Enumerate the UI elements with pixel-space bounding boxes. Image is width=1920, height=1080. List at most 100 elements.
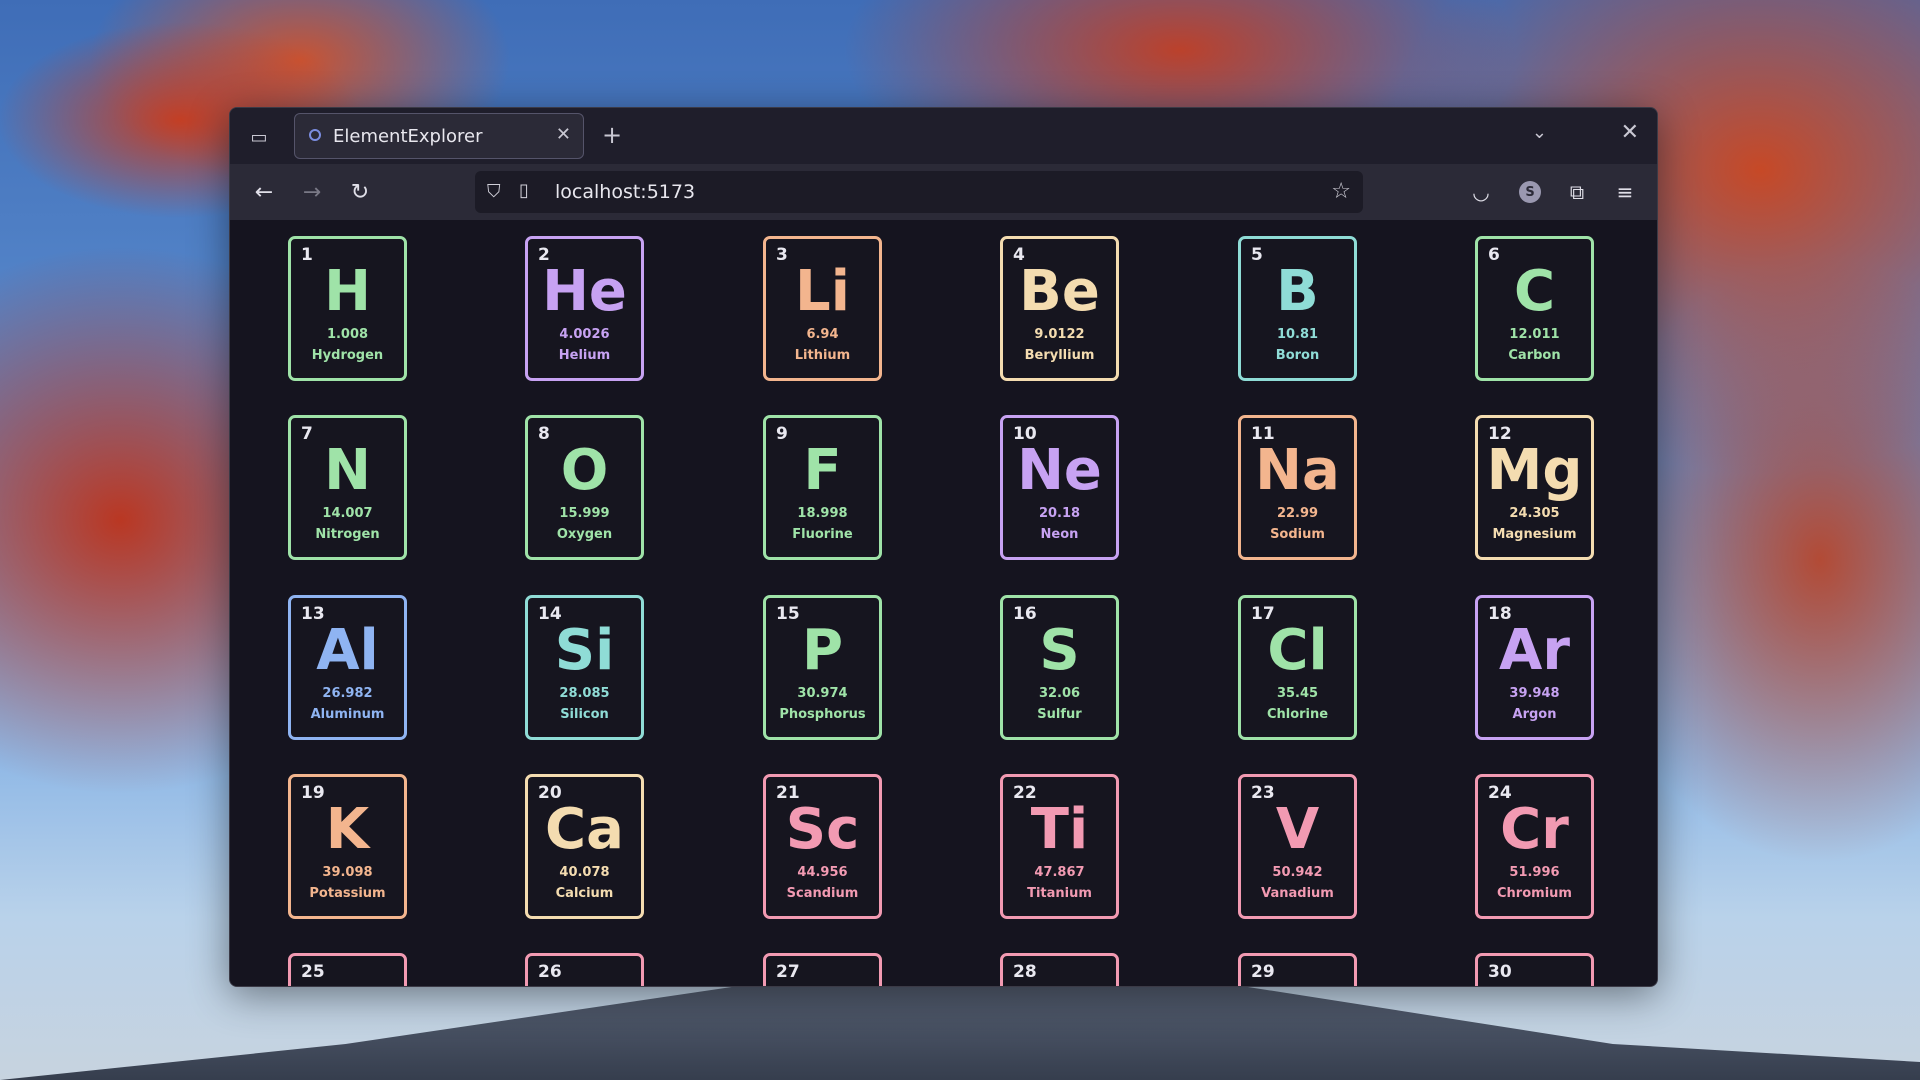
element-name: Argon (1512, 707, 1557, 722)
element-card[interactable]: 13 Al 26.982 Aluminum (288, 595, 407, 740)
tab-element-explorer[interactable]: ElementExplorer ✕ (294, 113, 584, 159)
element-symbol: S (1039, 618, 1080, 683)
reload-icon[interactable]: ↻ (346, 178, 374, 206)
element-symbol: B (1276, 259, 1319, 324)
avatar[interactable]: S (1519, 181, 1541, 203)
element-mass: 51.996 (1509, 865, 1560, 880)
element-mass: 20.18 (1038, 506, 1081, 521)
element-mass: 30.974 (797, 686, 848, 701)
element-card[interactable]: 8 O 15.999 Oxygen (525, 415, 644, 560)
element-card[interactable]: 18 Ar 39.948 Argon (1475, 595, 1594, 740)
element-card[interactable]: 7 N 14.007 Nitrogen (288, 415, 407, 560)
element-symbol: Cl (1267, 618, 1328, 683)
star-icon[interactable]: ☆ (1331, 179, 1351, 204)
tab-close-icon[interactable]: ✕ (556, 124, 571, 145)
element-card[interactable]: 14 Si 28.085 Silicon (525, 595, 644, 740)
chevron-down-icon[interactable]: ⌄ (1532, 122, 1547, 143)
element-number: 30 (1488, 962, 1512, 982)
element-grid: 1 H 1.008 Hydrogen 2 He 4.0026 Helium 3 Li 6.94 Lit… (230, 220, 1657, 986)
element-card[interactable]: 16 S 32.06 Sulfur (1000, 595, 1119, 740)
window-close-icon[interactable]: ✕ (1621, 120, 1639, 145)
element-card[interactable]: 22 Ti 47.867 Titanium (1000, 774, 1119, 919)
element-name: Calcium (555, 886, 614, 901)
puzzle-icon[interactable]: ⧉ (1563, 178, 1591, 206)
tab-bar: ▭ ElementExplorer ✕ + ⌄ ✕ (230, 108, 1657, 164)
element-card[interactable]: 21 Sc 44.956 Scandium (763, 774, 882, 919)
element-card[interactable]: 29 (1238, 953, 1357, 986)
element-mass: 9.0122 (1034, 327, 1085, 342)
element-number: 27 (776, 962, 800, 982)
element-mass: 26.982 (322, 686, 373, 701)
element-mass: 47.867 (1034, 865, 1085, 880)
element-symbol: Ne (1017, 438, 1102, 503)
browser-window: ▭ ElementExplorer ✕ + ⌄ ✕ ← → ↻ ⛉ ▯ loca… (229, 107, 1658, 987)
element-name: Lithium (794, 348, 851, 363)
element-card[interactable]: 23 V 50.942 Vanadium (1238, 774, 1357, 919)
element-name: Chlorine (1266, 707, 1329, 722)
element-name: Scandium (786, 886, 859, 901)
element-mass: 1.008 (326, 327, 369, 342)
element-card[interactable]: 28 (1000, 953, 1119, 986)
element-name: Aluminum (310, 707, 385, 722)
element-card[interactable]: 20 Ca 40.078 Calcium (525, 774, 644, 919)
element-name: Beryllium (1024, 348, 1095, 363)
element-symbol: Sc (785, 797, 860, 862)
element-name: Oxygen (556, 527, 613, 542)
arrow-left-icon[interactable]: ← (250, 178, 278, 206)
element-card[interactable]: 12 Mg 24.305 Magnesium (1475, 415, 1594, 560)
element-number: 25 (301, 962, 325, 982)
element-card[interactable]: 25 (288, 953, 407, 986)
element-mass: 40.078 (559, 865, 610, 880)
element-symbol: H (324, 259, 371, 324)
element-card[interactable]: 6 C 12.011 Carbon (1475, 236, 1594, 381)
element-symbol: He (542, 259, 627, 324)
element-card[interactable]: 17 Cl 35.45 Chlorine (1238, 595, 1357, 740)
element-symbol: Be (1019, 259, 1100, 324)
element-card[interactable]: 2 He 4.0026 Helium (525, 236, 644, 381)
element-card[interactable]: 11 Na 22.99 Sodium (1238, 415, 1357, 560)
element-symbol: O (560, 438, 609, 503)
element-symbol: Ca (545, 797, 624, 862)
element-name: Vanadium (1261, 886, 1334, 901)
element-card[interactable]: 10 Ne 20.18 Neon (1000, 415, 1119, 560)
element-card[interactable]: 26 (525, 953, 644, 986)
element-mass: 4.0026 (559, 327, 610, 342)
shield-icon[interactable]: ⛉ (487, 181, 501, 202)
element-number: 26 (538, 962, 562, 982)
url-bar[interactable]: ⛉ ▯ localhost:5173 ☆ (475, 171, 1363, 213)
element-mass: 6.94 (806, 327, 839, 342)
element-card[interactable]: 9 F 18.998 Fluorine (763, 415, 882, 560)
page-icon: ▯ (519, 180, 529, 201)
plus-icon[interactable]: + (602, 121, 622, 149)
element-name: Potassium (309, 886, 386, 901)
element-symbol: Na (1255, 438, 1340, 503)
tab-overview-icon[interactable]: ▭ (244, 124, 274, 150)
element-mass: 39.948 (1509, 686, 1560, 701)
element-card[interactable]: 5 B 10.81 Boron (1238, 236, 1357, 381)
element-mass: 50.942 (1272, 865, 1323, 880)
element-card[interactable]: 1 H 1.008 Hydrogen (288, 236, 407, 381)
element-mass: 24.305 (1509, 506, 1560, 521)
element-card[interactable]: 27 (763, 953, 882, 986)
element-card[interactable]: 24 Cr 51.996 Chromium (1475, 774, 1594, 919)
hamburger-menu-icon[interactable]: ≡ (1611, 178, 1639, 206)
element-symbol: N (324, 438, 371, 503)
element-symbol: Ar (1499, 618, 1570, 683)
element-card[interactable]: 4 Be 9.0122 Beryllium (1000, 236, 1119, 381)
element-card[interactable]: 30 (1475, 953, 1594, 986)
arrow-right-icon[interactable]: → (298, 178, 326, 206)
element-mass: 39.098 (322, 865, 373, 880)
element-mass: 18.998 (797, 506, 848, 521)
tab-title: ElementExplorer (333, 126, 483, 147)
element-name: Sulfur (1037, 707, 1082, 722)
pocket-icon[interactable]: ◡ (1467, 178, 1495, 206)
element-symbol: Si (554, 618, 615, 683)
element-name: Chromium (1497, 886, 1572, 901)
element-card[interactable]: 3 Li 6.94 Lithium (763, 236, 882, 381)
element-card[interactable]: 19 K 39.098 Potassium (288, 774, 407, 919)
nav-bar: ← → ↻ ⛉ ▯ localhost:5173 ☆ ◡ S ⧉ ≡ (230, 164, 1657, 220)
url-text[interactable]: localhost:5173 (555, 181, 695, 203)
element-name: Neon (1040, 527, 1079, 542)
element-mass: 44.956 (797, 865, 848, 880)
element-card[interactable]: 15 P 30.974 Phosphorus (763, 595, 882, 740)
